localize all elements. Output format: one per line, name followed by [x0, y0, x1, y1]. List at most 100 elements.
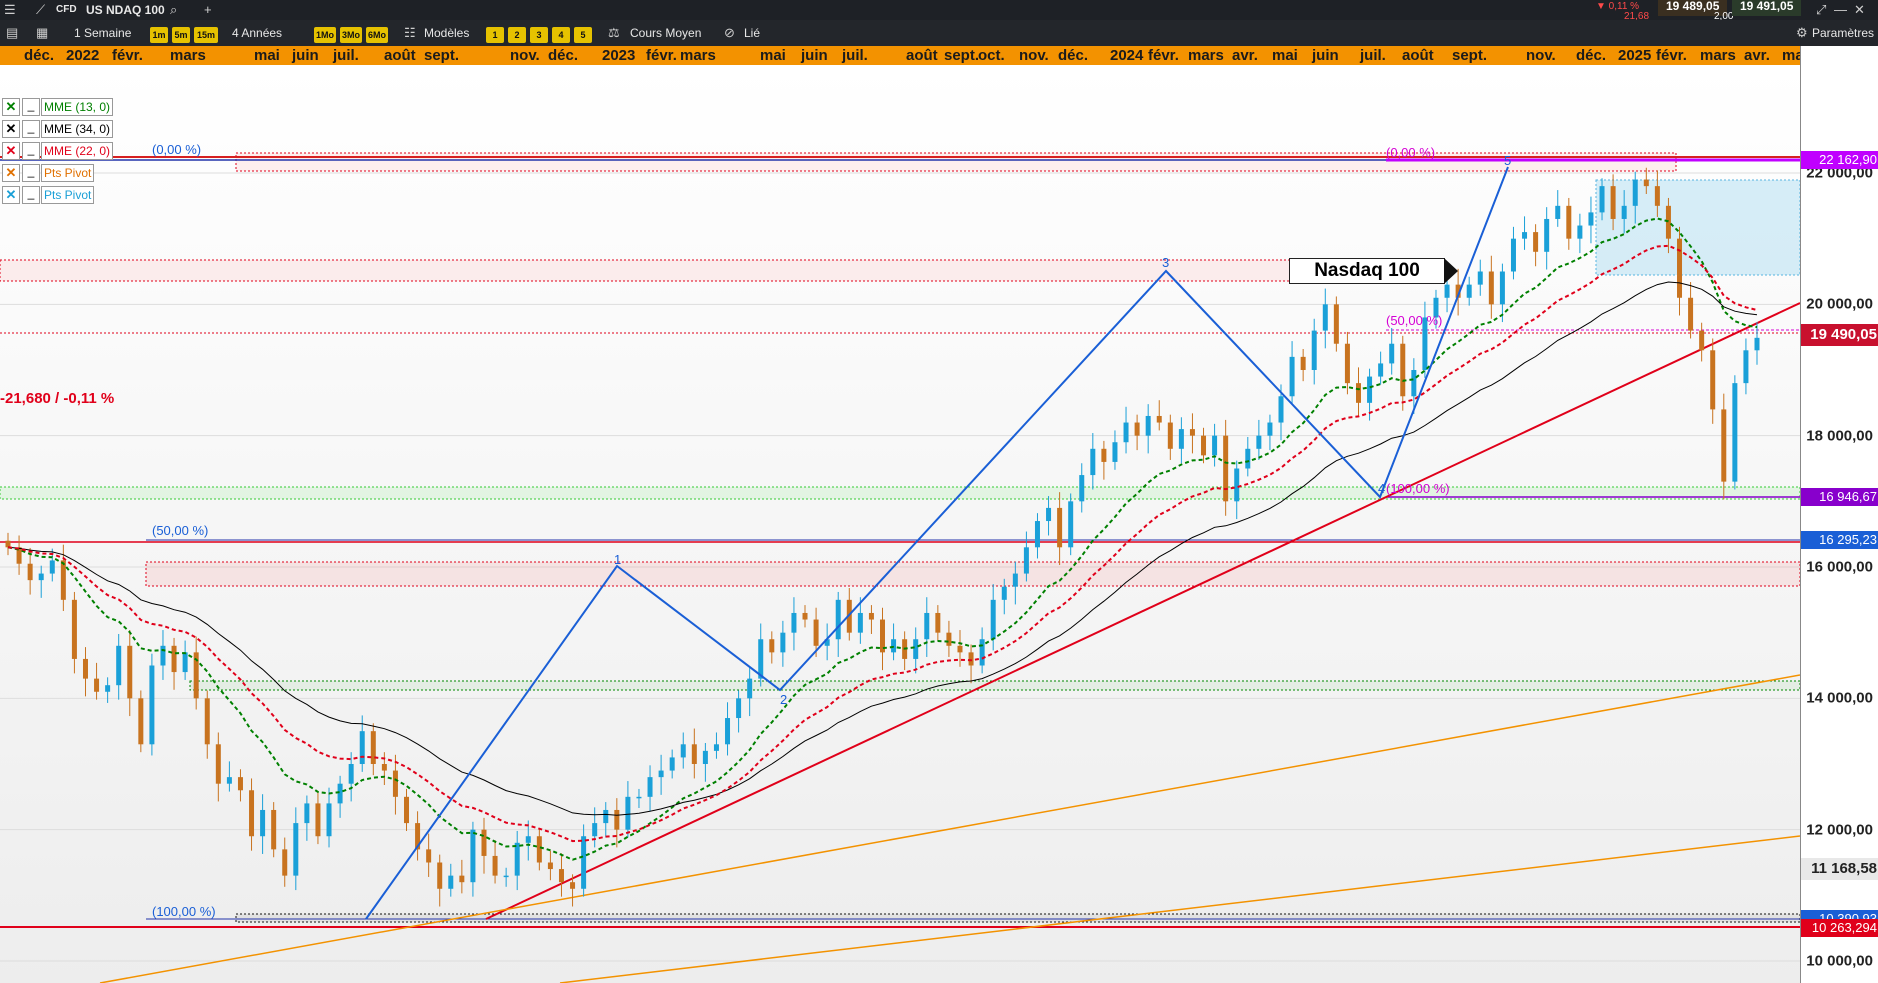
chart-type-icon[interactable]: ⟋ — [36, 0, 45, 20]
price-axis[interactable]: 22 000,00 20 000,00 18 000,00 16 000,00 14 0… — [1800, 46, 1878, 983]
candle-body-130 — [1444, 284, 1450, 298]
ask-price[interactable]: 19 491,05 — [1732, 0, 1802, 16]
candle-body-10 — [116, 645, 122, 686]
candle-body-25 — [282, 849, 288, 876]
candle-body-132 — [1466, 284, 1472, 298]
candle-body-135 — [1499, 271, 1505, 305]
templates-button[interactable]: Modèles — [424, 23, 469, 43]
candle-body-12 — [138, 698, 144, 745]
candle-body-58 — [647, 777, 653, 797]
wave-label-2: 2 — [780, 692, 788, 707]
legend-minimize-icon[interactable]: _ — [22, 164, 40, 182]
month-label-22: 2024 — [1110, 47, 1144, 64]
candle-body-51 — [570, 882, 576, 889]
range-select[interactable]: 4 Années — [232, 23, 282, 43]
price-marker-marker-low2: 10 263,294 — [1801, 919, 1878, 937]
instrument-bar: ☰ ⟋ CFD US NDAQ 100 ⌕ + ▼ 0,11 % 21,68 1… — [0, 0, 1878, 22]
month-label-27: juin — [1312, 47, 1339, 64]
legend-label[interactable]: MME (22, 0) — [41, 142, 114, 160]
price-type-select[interactable]: Cours Moyen — [630, 23, 701, 43]
month-label-0: déc. — [24, 47, 55, 64]
layout-5[interactable]: 5 — [574, 27, 592, 43]
candle-body-19 — [215, 744, 221, 784]
timeframe-15m[interactable]: 15m — [194, 27, 218, 43]
minimize-icon[interactable]: — — [1834, 0, 1847, 20]
candle-body-86 — [957, 645, 963, 653]
legend-label[interactable]: MME (13, 0) — [41, 98, 114, 116]
month-label-33: 2025 — [1618, 47, 1652, 64]
instrument-name[interactable]: US NDAQ 100 — [86, 0, 165, 20]
candle-body-122 — [1355, 383, 1361, 403]
period-1mo[interactable]: 1Mo — [314, 27, 336, 43]
close-icon[interactable]: ✕ — [1854, 0, 1865, 20]
settings-icon[interactable]: ⚙ — [1796, 23, 1808, 43]
candle-body-106 — [1178, 429, 1184, 449]
legend-minimize-icon[interactable]: _ — [22, 186, 40, 204]
candle-body-14 — [160, 645, 166, 666]
legend-remove-icon[interactable]: ✕ — [2, 186, 20, 204]
month-label-10: déc. — [548, 47, 579, 64]
chart-title-label[interactable]: Nasdaq 100 — [1289, 258, 1445, 284]
month-label-20: nov. — [1019, 47, 1049, 64]
candle-body-120 — [1333, 304, 1339, 344]
candle-body-23 — [260, 809, 266, 837]
layout-icon[interactable]: ▤ — [6, 23, 18, 43]
legend-remove-icon[interactable]: ✕ — [2, 98, 20, 116]
settings-button[interactable]: Paramètres — [1812, 23, 1874, 43]
legend-remove-icon[interactable]: ✕ — [2, 164, 20, 182]
candle-body-105 — [1167, 422, 1173, 449]
linked-toggle[interactable]: Lié — [744, 23, 760, 43]
layout-3[interactable]: 3 — [530, 27, 548, 43]
legend-label[interactable]: Pts Pivot — [41, 164, 95, 182]
candle-body-75 — [835, 599, 841, 640]
timeframe-1m[interactable]: 1m — [150, 27, 168, 43]
period-3mo[interactable]: 3Mo — [340, 27, 362, 43]
month-label-4: mai — [254, 47, 280, 64]
layout-1[interactable]: 1 — [486, 27, 504, 43]
legend-minimize-icon[interactable]: _ — [22, 120, 40, 138]
month-label-37: mai — [1782, 47, 1800, 64]
legend-remove-icon[interactable]: ✕ — [2, 142, 20, 160]
add-tab-icon[interactable]: + — [204, 0, 212, 20]
candle-body-149 — [1654, 186, 1660, 206]
candle-body-140 — [1555, 205, 1561, 219]
candle-body-148 — [1643, 179, 1649, 187]
candle-body-126 — [1400, 343, 1406, 397]
legend-label[interactable]: Pts Pivot — [41, 186, 95, 204]
grid-icon[interactable]: ▦ — [36, 23, 48, 43]
legend-label[interactable]: MME (34, 0) — [41, 120, 114, 138]
candle-body-101 — [1123, 422, 1129, 443]
timeframe-5m[interactable]: 5m — [172, 27, 190, 43]
candle-body-73 — [813, 619, 819, 646]
period-6mo[interactable]: 6Mo — [366, 27, 388, 43]
layout-4[interactable]: 4 — [552, 27, 570, 43]
link-icon[interactable]: ⊘ — [724, 23, 735, 43]
legend-minimize-icon[interactable]: _ — [22, 98, 40, 116]
support-zone-green-low — [189, 680, 1800, 691]
candle-body-121 — [1344, 343, 1350, 384]
candle-body-85 — [946, 632, 952, 646]
candle-body-13 — [149, 665, 155, 745]
search-icon[interactable]: ⌕ — [170, 0, 177, 20]
legend-remove-icon[interactable]: ✕ — [2, 120, 20, 138]
candle-body-27 — [304, 803, 310, 824]
interval-select[interactable]: 1 Semaine — [74, 23, 131, 43]
layout-2[interactable]: 2 — [508, 27, 526, 43]
month-label-25: avr. — [1232, 47, 1258, 64]
candle-body-64 — [713, 744, 719, 751]
price-marker-marker-high: 22 162,90 — [1801, 151, 1878, 169]
candle-body-142 — [1577, 225, 1583, 239]
candle-body-53 — [592, 823, 598, 837]
candle-body-91 — [1012, 573, 1018, 587]
legend-minimize-icon[interactable]: _ — [22, 142, 40, 160]
month-label-26: mai — [1272, 47, 1298, 64]
expand-icon[interactable]: ⤢ — [1816, 0, 1826, 20]
price-type-icon[interactable]: ⚖ — [608, 23, 620, 43]
month-label-31: nov. — [1526, 47, 1556, 64]
menu-icon[interactable]: ☰ — [4, 0, 16, 20]
candle-body-66 — [736, 698, 742, 719]
templates-icon[interactable]: ☷ — [404, 23, 416, 43]
chart-canvas[interactable] — [0, 65, 1800, 983]
fib-left-0-label: (0,00 %) — [152, 142, 202, 157]
price-chart[interactable]: ✕ _ MME (13, 0) ✕ _ MME (34, 0) ✕ _ MME (22, 0) ✕… — [0, 65, 1800, 983]
